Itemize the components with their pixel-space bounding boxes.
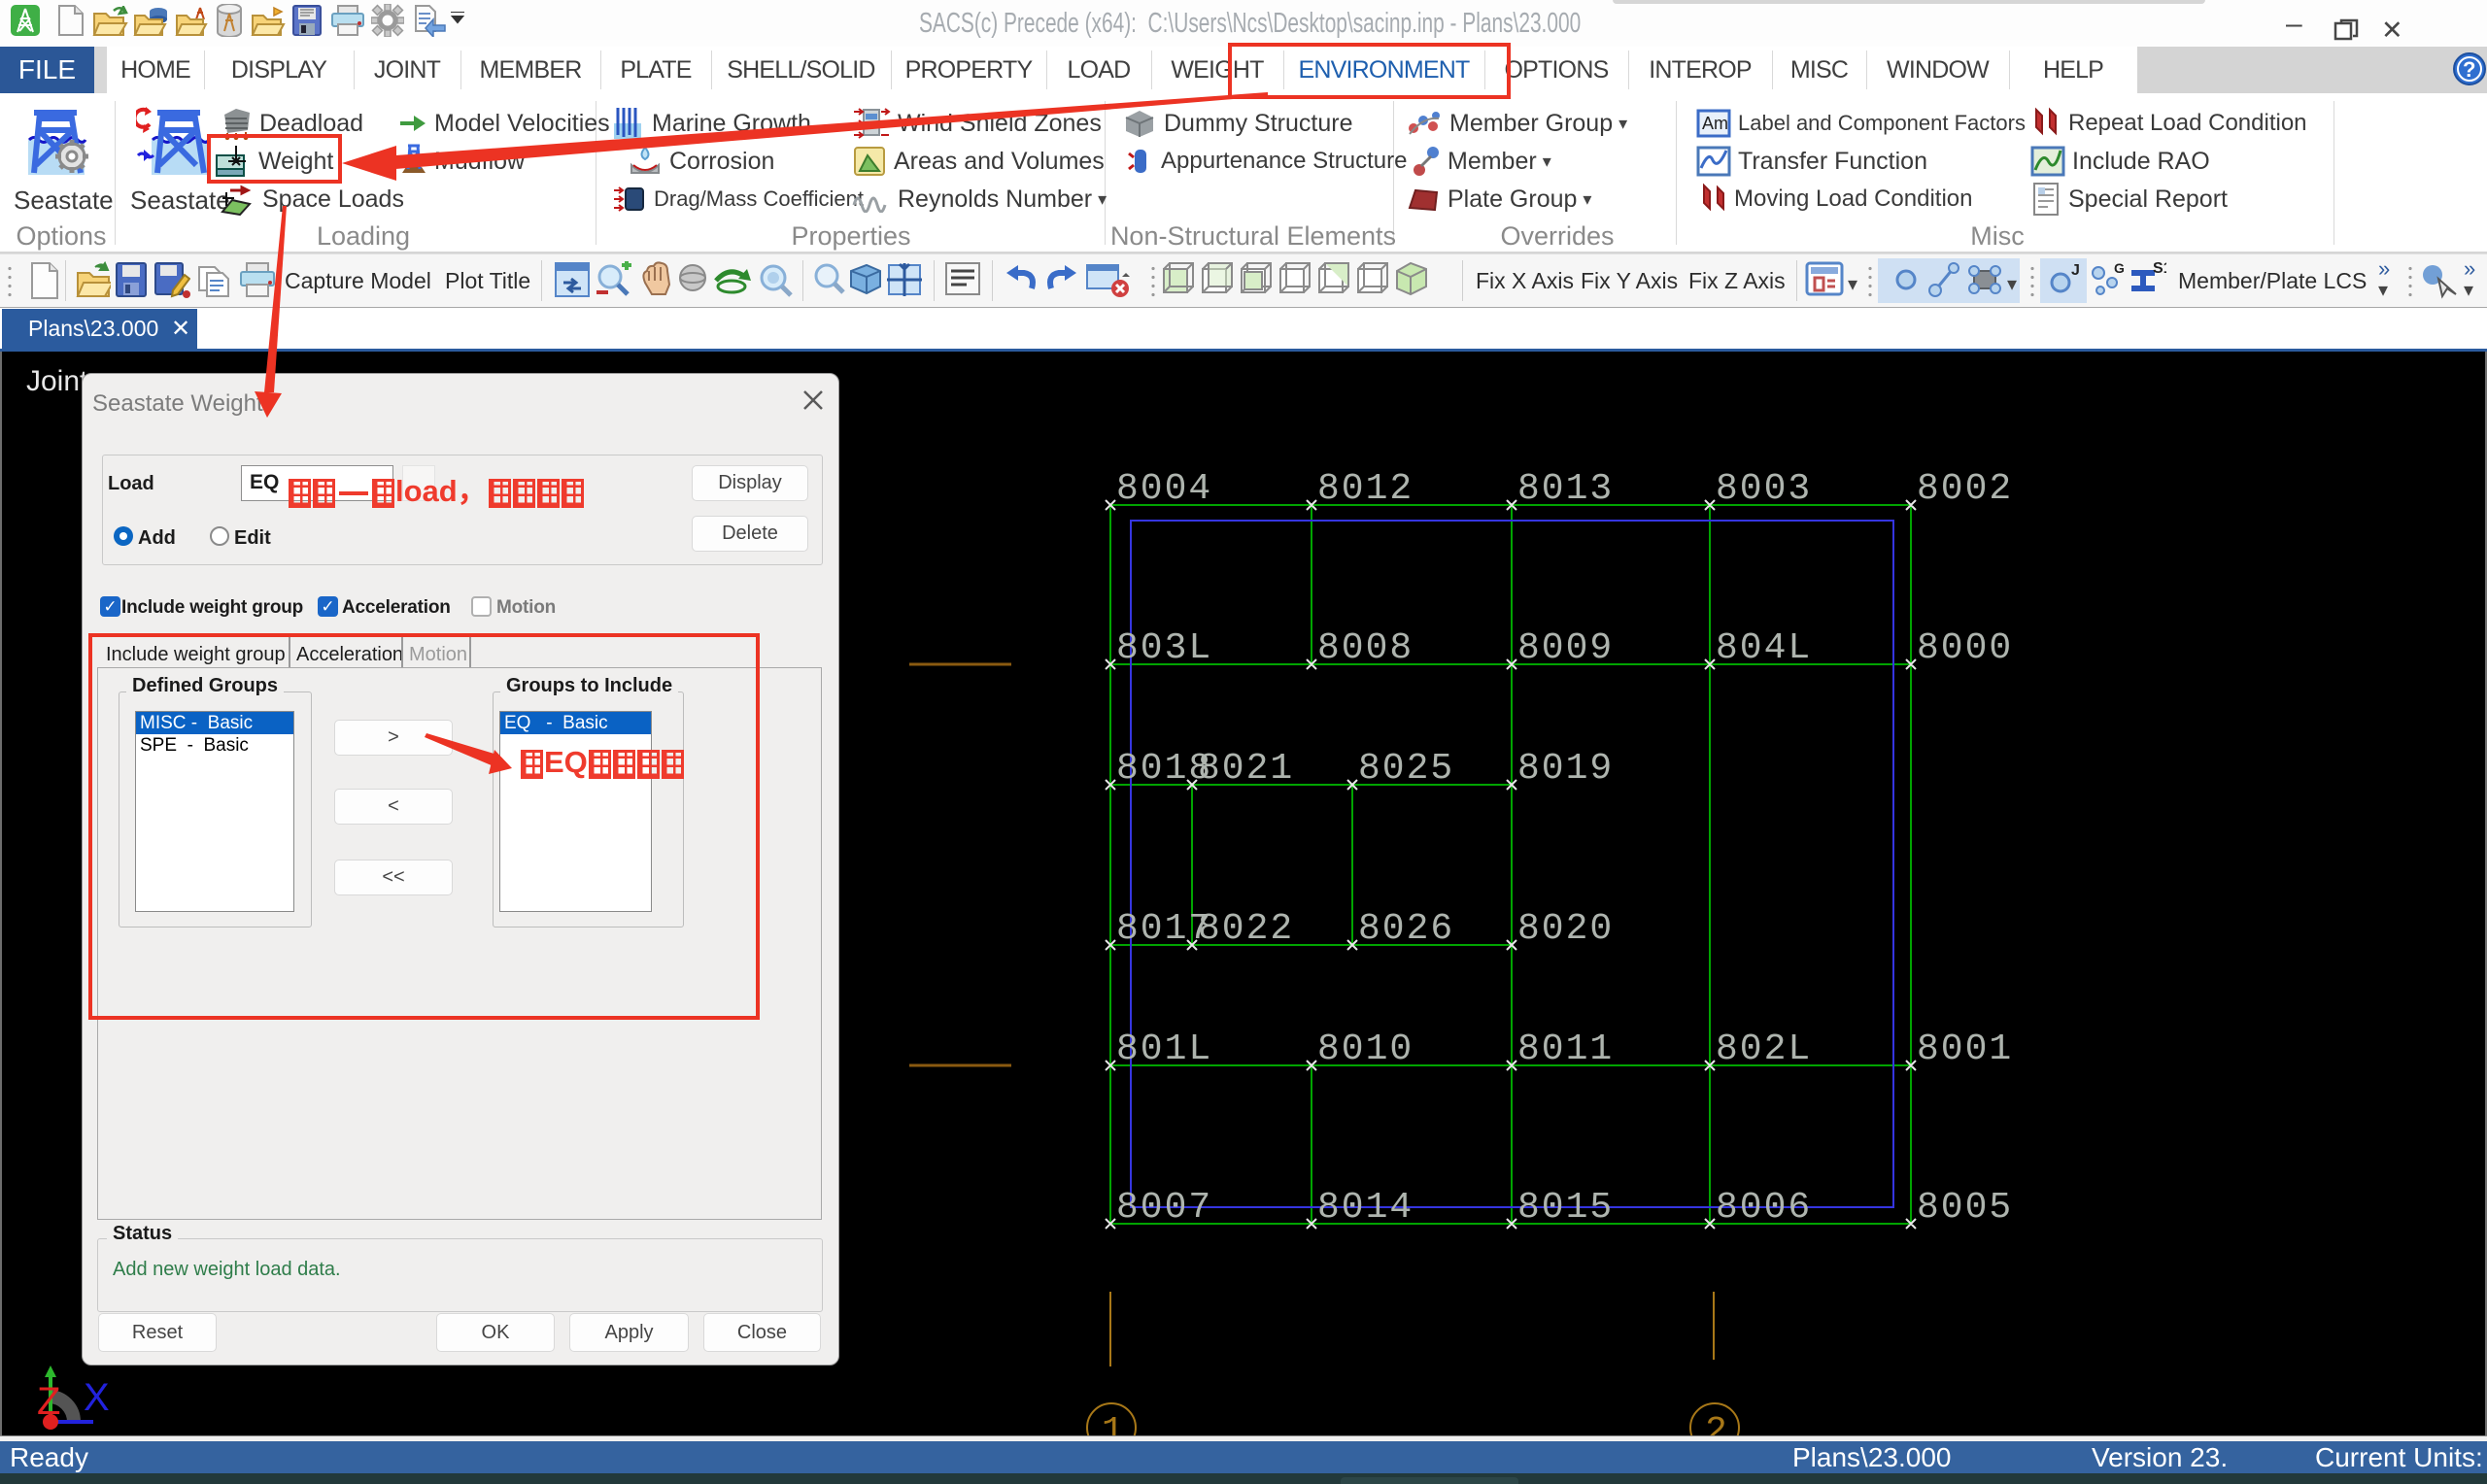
- svg-text:J: J: [2071, 262, 2080, 279]
- svg-text:?: ?: [2463, 57, 2475, 82]
- svg-text:G: G: [2114, 261, 2124, 276]
- svg-text:S1: S1: [2153, 261, 2166, 277]
- svg-text:Am: Am: [1702, 114, 1728, 133]
